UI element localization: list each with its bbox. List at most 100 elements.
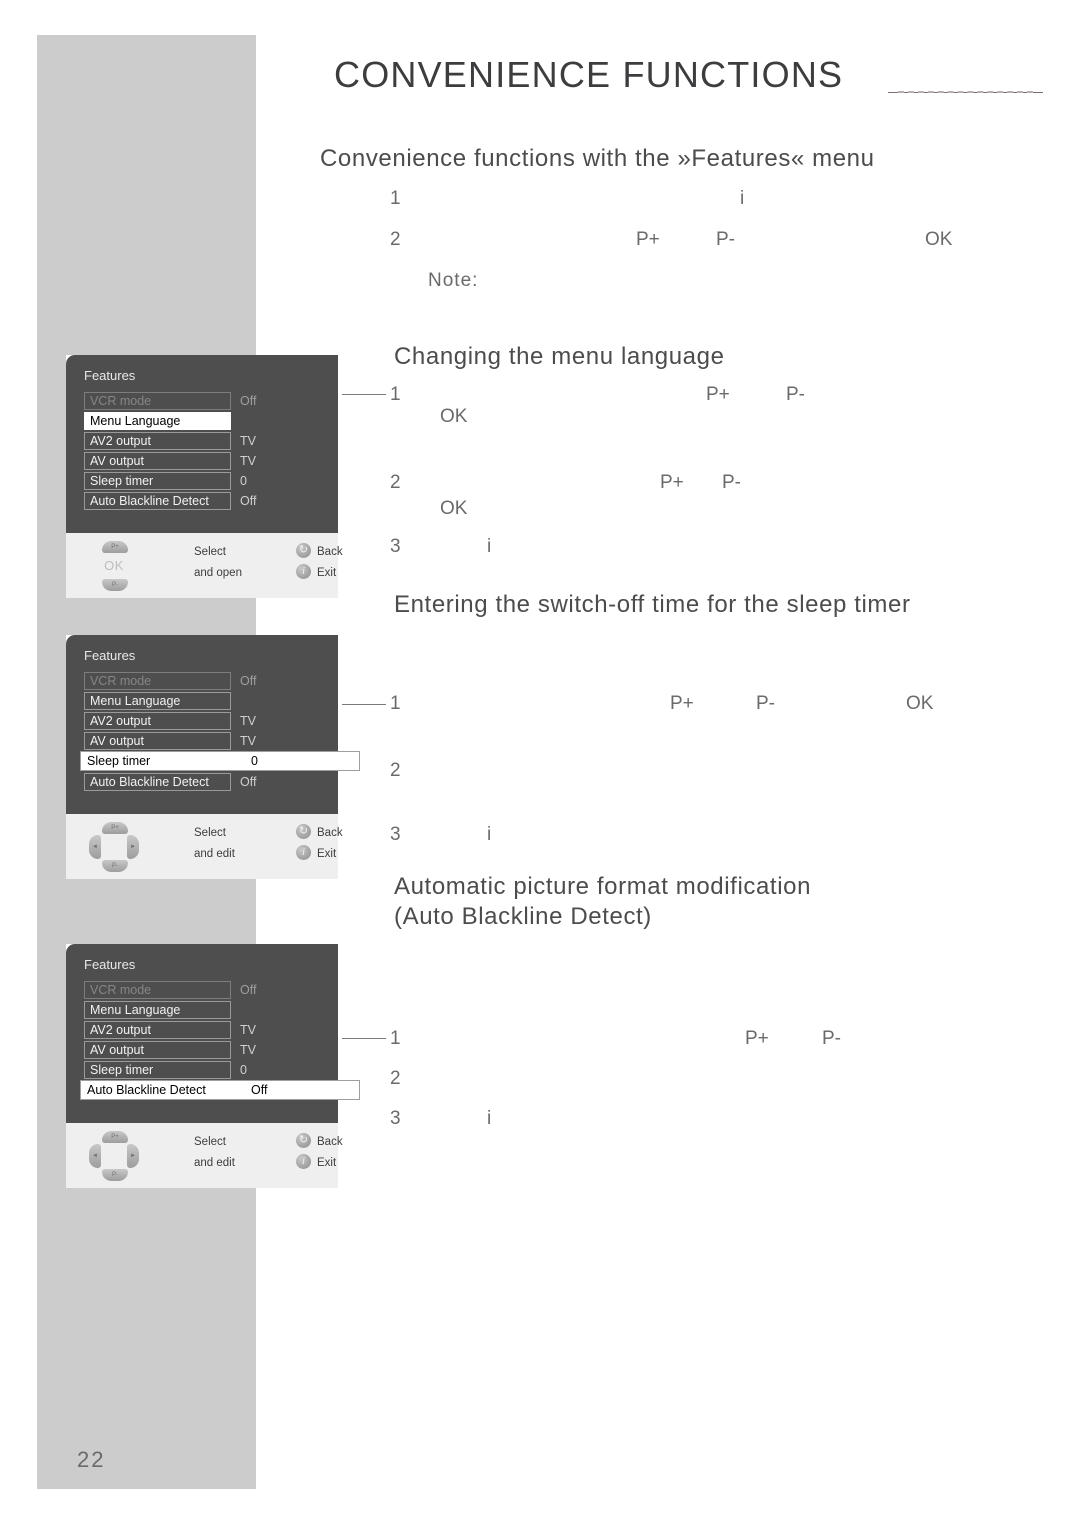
osd-selected-bar[interactable]: Sleep timer 0 [80,751,360,771]
footer-exit-label: Exit [317,848,337,860]
callout-connector [342,394,386,395]
footer-back-label: Back [317,546,343,558]
remote-fourway-pad[interactable]: P+ ◄ ► P- [88,1130,140,1182]
osd-row[interactable]: Menu Language [66,691,338,710]
osd-row[interactable]: AV2 output TV [66,431,338,450]
section-heading-sleep-timer: Entering the switch-off time for the sle… [394,591,911,618]
osd-row-label: AV output [84,1040,231,1059]
key-label-p-plus: P+ [706,384,730,405]
osd-row-label: AV output [84,451,231,470]
osd-row-label: VCR mode [84,671,231,690]
step-number: 2 [390,1068,401,1089]
section-heading-blackline-line2: (Auto Blackline Detect) [394,903,652,930]
osd-row-label: Menu Language [84,691,231,710]
footer-back-label: Back [317,1136,343,1148]
osd-row-label: Sleep timer [87,754,151,768]
osd-row[interactable]: AV output TV [66,1040,338,1059]
return-arrow-icon[interactable]: ↻ [296,824,311,839]
osd-row[interactable]: AV2 output TV [66,1020,338,1039]
right-arrow-button-icon[interactable]: ► [127,835,139,859]
osd-selected-bar[interactable]: Auto Blackline Detect Off [80,1080,360,1100]
osd-row-value: 0 [240,1062,247,1077]
footer-action-primary: Select [194,1136,226,1148]
osd-row-selected[interactable]: Sleep timer 0 [66,751,360,771]
right-arrow-button-icon[interactable]: ► [127,1144,139,1168]
footer-back-label: Back [317,827,343,839]
return-arrow-icon[interactable]: ↻ [296,1133,311,1148]
step-number: 1 [390,1028,401,1049]
osd-row-selected[interactable]: Menu Language [66,411,338,430]
document-page: 22 CONVENIENCE FUNCTIONS Convenience fun… [0,0,1080,1529]
key-label-p-plus: P+ [636,229,660,250]
footer-action-primary: Select [194,546,226,558]
key-label-info: i [487,824,492,845]
info-icon[interactable]: i [296,1154,311,1169]
osd-row-value: 0 [240,473,247,488]
callout-connector [342,1038,386,1039]
p-plus-button-icon[interactable]: P+ [102,822,128,834]
left-arrow-label: ◄ [92,1153,98,1159]
info-icon[interactable]: i [296,564,311,579]
remote-fourway-pad[interactable]: P+ ◄ ► P- [88,821,140,873]
osd-footer-bar: P+ ◄ ► P- Select and edit ↻ Back i Exit [66,814,343,879]
step-number: 3 [390,824,401,845]
osd-row-label: AV output [84,731,231,750]
p-minus-button-icon[interactable]: P- [102,579,128,591]
p-minus-button-icon[interactable]: P- [102,860,128,872]
osd-row[interactable]: VCR mode Off [66,980,338,999]
key-label-p-plus: P+ [660,472,684,493]
osd-screenshot-sleep-timer: Features VCR mode Off Menu Language AV2 … [66,635,360,879]
p-plus-button-icon[interactable]: P+ [102,541,128,553]
osd-row-label: Auto Blackline Detect [84,772,231,791]
osd-row[interactable]: VCR mode Off [66,391,338,410]
p-plus-button-icon[interactable]: P+ [102,1131,128,1143]
osd-row-label: AV2 output [84,431,231,450]
key-label-ok: OK [906,693,934,714]
note-label: Note: [428,270,479,291]
osd-row[interactable]: Sleep timer 0 [66,471,338,490]
osd-row-value: 0 [251,754,258,768]
p-plus-label: P+ [111,1134,119,1140]
osd-row-value: TV [240,1022,256,1037]
key-label-info: i [487,536,492,557]
step-number: 1 [390,188,401,209]
osd-row-value: TV [240,433,256,448]
left-arrow-button-icon[interactable]: ◄ [89,1144,101,1168]
key-label-p-minus: P- [822,1028,841,1049]
ok-button-label[interactable]: OK [88,558,140,573]
return-arrow-icon[interactable]: ↻ [296,543,311,558]
osd-row-selected[interactable]: Auto Blackline Detect Off [66,1080,360,1100]
osd-row-value: Off [240,393,257,408]
callout-connector [342,704,386,705]
osd-row[interactable]: AV output TV [66,731,338,750]
osd-row[interactable]: AV output TV [66,451,338,470]
osd-row[interactable]: Sleep timer 0 [66,1060,338,1079]
osd-row[interactable]: Menu Language [66,1000,338,1019]
section-heading-blackline-line1: Automatic picture format modification [394,873,812,900]
footer-action-primary: Select [194,827,226,839]
osd-row-label: Menu Language [84,1000,231,1019]
osd-row-label: AV2 output [84,711,231,730]
osd-row-value: Off [240,493,257,508]
osd-row[interactable]: VCR mode Off [66,671,338,690]
osd-row-label: Auto Blackline Detect [87,1083,206,1097]
osd-row-label: Sleep timer [84,1060,231,1079]
left-arrow-button-icon[interactable]: ◄ [89,835,101,859]
key-label-p-minus: P- [786,384,805,405]
osd-row[interactable]: Auto Blackline Detect Off [66,491,338,510]
key-label-ok: OK [440,498,468,519]
p-minus-button-icon[interactable]: P- [102,1169,128,1181]
remote-updown-pad[interactable]: P+ OK P- [88,540,140,592]
osd-row-label: AV2 output [84,1020,231,1039]
osd-title: Features [84,368,136,383]
footer-action-secondary: and edit [194,1157,235,1169]
section-heading-features-menu: Convenience functions with the »Features… [320,145,875,172]
osd-row-list: VCR mode Off Menu Language AV2 output TV… [66,391,338,533]
osd-row[interactable]: AV2 output TV [66,711,338,730]
osd-row[interactable]: Auto Blackline Detect Off [66,772,338,791]
osd-row-list: VCR mode Off Menu Language AV2 output TV… [66,980,360,1123]
info-icon[interactable]: i [296,845,311,860]
osd-row-value: Off [240,774,257,789]
step-number: 1 [390,693,401,714]
key-label-p-minus: P- [716,229,735,250]
